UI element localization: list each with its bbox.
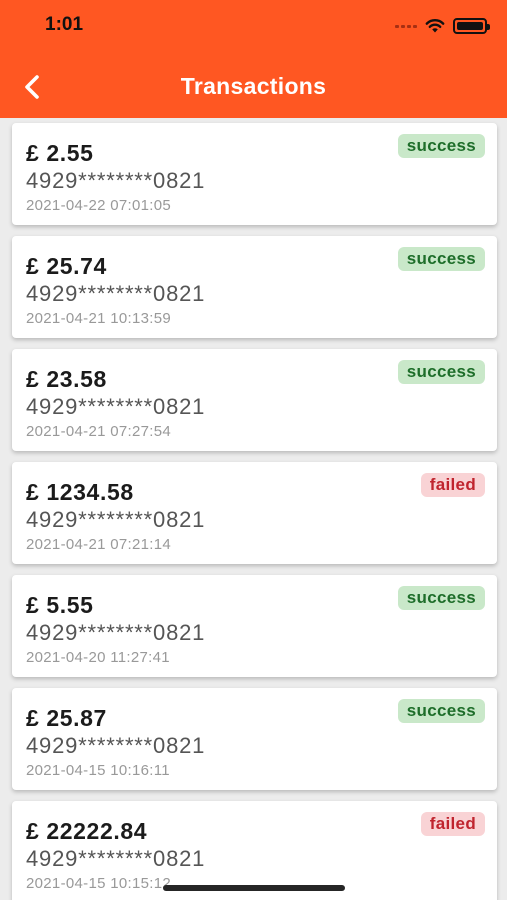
- transaction-amount: £ 23.58: [26, 366, 107, 392]
- transaction-card[interactable]: £ 23.58 4929********0821 2021-04-21 07:2…: [12, 349, 497, 451]
- masked-card-number: 4929********0821: [26, 281, 206, 306]
- masked-card-number: 4929********0821: [26, 168, 206, 193]
- transactions-screen: 1:01 Transactions £ 2.55 4929********082…: [0, 0, 507, 900]
- status-badge: failed: [420, 812, 485, 836]
- transaction-amount: £ 1234.58: [26, 479, 134, 505]
- transaction-card[interactable]: £ 25.87 4929********0821 2021-04-15 10:1…: [12, 688, 497, 790]
- transaction-datetime: 2021-04-22 07:01:05: [26, 197, 171, 214]
- transaction-amount: £ 5.55: [26, 592, 94, 618]
- status-icons: [395, 14, 490, 38]
- transaction-card[interactable]: £ 2.55 4929********0821 2021-04-22 07:01…: [12, 123, 497, 225]
- masked-card-number: 4929********0821: [26, 846, 206, 871]
- transaction-datetime: 2021-04-20 11:27:41: [26, 649, 170, 666]
- transaction-datetime: 2021-04-15 10:15:12: [26, 875, 171, 892]
- transaction-amount: £ 22222.84: [26, 818, 148, 844]
- masked-card-number: 4929********0821: [26, 394, 206, 419]
- wifi-icon: [425, 18, 445, 34]
- status-badge: success: [397, 360, 485, 384]
- status-badge: failed: [420, 473, 485, 497]
- status-badge: success: [397, 247, 485, 271]
- transaction-datetime: 2021-04-21 07:21:14: [26, 536, 171, 553]
- status-badge: success: [397, 134, 485, 158]
- masked-card-number: 4929********0821: [26, 620, 206, 645]
- transaction-datetime: 2021-04-21 07:27:54: [26, 423, 171, 440]
- transaction-amount: £ 25.74: [26, 253, 107, 279]
- transaction-amount: £ 25.87: [26, 705, 107, 731]
- home-indicator[interactable]: [163, 885, 345, 891]
- signal-icon: [395, 24, 417, 28]
- transaction-card[interactable]: £ 1234.58 4929********0821 2021-04-21 07…: [12, 462, 497, 564]
- status-badge: success: [397, 699, 485, 723]
- transaction-card[interactable]: £ 25.74 4929********0821 2021-04-21 10:1…: [12, 236, 497, 338]
- transaction-card[interactable]: £ 5.55 4929********0821 2021-04-20 11:27…: [12, 575, 497, 677]
- transaction-amount: £ 2.55: [26, 140, 94, 166]
- battery-icon: [453, 18, 490, 34]
- transaction-datetime: 2021-04-21 10:13:59: [26, 310, 171, 327]
- masked-card-number: 4929********0821: [26, 733, 206, 758]
- page-title: Transactions: [180, 73, 327, 99]
- app-header: 1:01 Transactions: [0, 0, 507, 118]
- status-time: 1:01: [45, 14, 84, 35]
- masked-card-number: 4929********0821: [26, 507, 206, 532]
- status-badge: success: [397, 586, 485, 610]
- transaction-datetime: 2021-04-15 10:16:11: [26, 762, 170, 779]
